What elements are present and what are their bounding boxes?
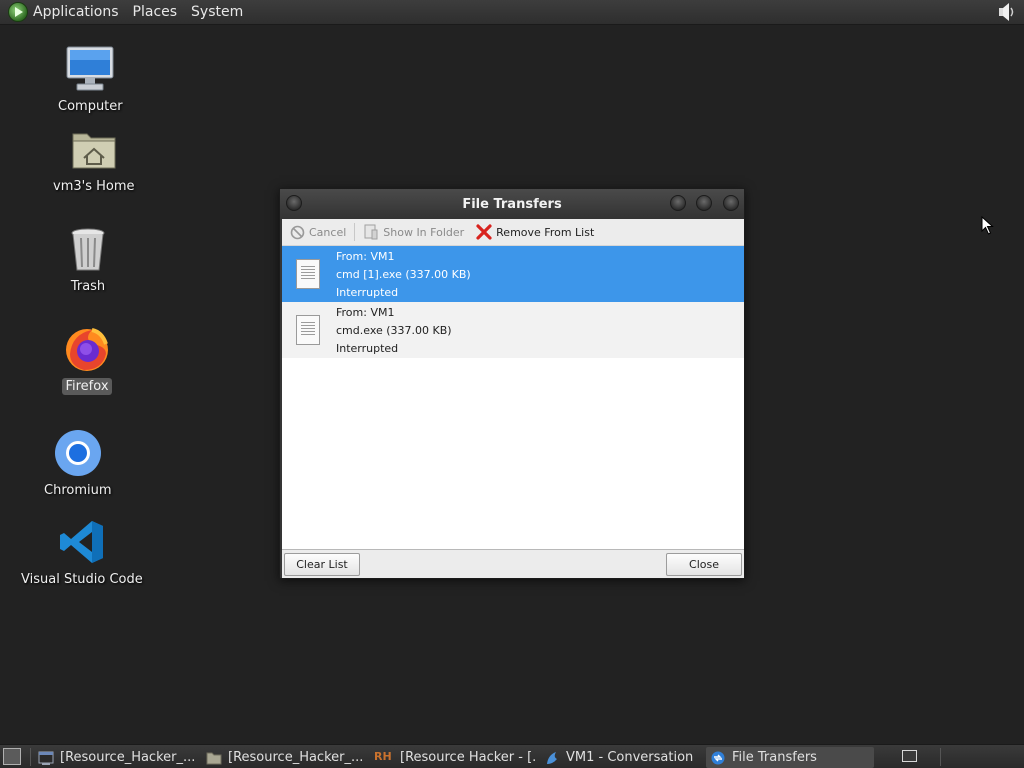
transfer-status: Interrupted bbox=[336, 342, 399, 355]
toolbar-separator bbox=[354, 223, 356, 241]
desktop-icon-label: Firefox bbox=[62, 378, 112, 395]
workspace-switcher[interactable] bbox=[902, 750, 917, 762]
computer-icon bbox=[65, 44, 115, 94]
document-icon bbox=[296, 259, 320, 289]
desktop-icon-trash[interactable]: Trash bbox=[63, 224, 113, 295]
taskbar-task[interactable]: [Resource_Hacker_... bbox=[202, 747, 366, 768]
speaker-icon[interactable] bbox=[994, 2, 1016, 22]
desktop-icon-computer[interactable]: Computer bbox=[55, 44, 126, 115]
desktop-icon-label: Trash bbox=[70, 279, 106, 294]
taskbar-task-label: File Transfers bbox=[732, 750, 817, 765]
desktop-icon-chromium[interactable]: Chromium bbox=[41, 428, 115, 499]
resource-hacker-icon: RH bbox=[374, 749, 392, 763]
trash-icon bbox=[63, 224, 113, 274]
remove-from-list-button[interactable]: Remove From List bbox=[472, 221, 598, 243]
dialog-footer: Clear List Close bbox=[282, 550, 744, 578]
window-menu-button[interactable] bbox=[286, 195, 302, 211]
file-transfers-dialog: File Transfers Cancel Show In Folder Rem… bbox=[279, 188, 745, 579]
transfer-status: Interrupted bbox=[336, 286, 399, 299]
bottom-taskbar: [Resource_Hacker_... [Resource_Hacker_..… bbox=[0, 744, 1024, 768]
dialog-titlebar[interactable]: File Transfers bbox=[280, 189, 744, 219]
transfer-list: From: VM1 cmd [1].exe (337.00 KB) Interr… bbox=[282, 245, 744, 550]
chromium-icon bbox=[53, 428, 103, 478]
show-in-folder-button[interactable]: Show In Folder bbox=[359, 221, 468, 243]
desktop-icon-label: Computer bbox=[58, 99, 123, 114]
taskbar-task-label: [Resource_Hacker_... bbox=[60, 750, 196, 765]
menu-places[interactable]: Places bbox=[133, 4, 178, 20]
cancel-icon bbox=[290, 225, 305, 239]
show-in-folder-label: Show In Folder bbox=[383, 225, 465, 239]
conversation-icon bbox=[547, 751, 557, 764]
show-desktop-icon[interactable] bbox=[3, 748, 21, 765]
taskbar-divider bbox=[940, 748, 941, 766]
close-button[interactable]: Close bbox=[666, 553, 742, 576]
close-window-button[interactable] bbox=[723, 195, 739, 211]
cancel-button[interactable]: Cancel bbox=[286, 221, 350, 243]
folder-icon bbox=[206, 752, 222, 764]
clear-list-button[interactable]: Clear List bbox=[284, 553, 360, 576]
taskbar-task[interactable]: VM1 - Conversation bbox=[540, 747, 702, 768]
desktop-icon-label: Chromium bbox=[44, 483, 112, 498]
transfer-row[interactable]: From: VM1 cmd [1].exe (337.00 KB) Interr… bbox=[282, 246, 744, 302]
desktop-icon-firefox[interactable]: Firefox bbox=[62, 324, 112, 395]
taskbar-task[interactable]: [Resource_Hacker_... bbox=[34, 747, 198, 768]
dialog-title: File Transfers bbox=[462, 196, 562, 212]
vscode-icon bbox=[57, 517, 107, 567]
cancel-label: Cancel bbox=[309, 225, 347, 239]
transfer-filename: cmd [1].exe (337.00 KB) bbox=[336, 268, 471, 281]
top-panel: Applications Places System bbox=[0, 0, 1024, 25]
taskbar-task[interactable]: RH [Resource Hacker - [... bbox=[370, 747, 536, 768]
maximize-button[interactable] bbox=[696, 195, 712, 211]
transfer-source: From: VM1 bbox=[336, 306, 395, 319]
taskbar-task-label: VM1 - Conversation bbox=[566, 750, 694, 765]
remove-x-icon bbox=[476, 224, 492, 240]
dialog-client-area: Cancel Show In Folder Remove From List F… bbox=[282, 219, 744, 578]
desktop-icon-label: vm3's Home bbox=[53, 179, 135, 194]
folder-open-icon bbox=[364, 224, 378, 240]
taskbar-task-label: [Resource_Hacker_... bbox=[228, 750, 364, 765]
desktop-icon-vscode[interactable]: Visual Studio Code bbox=[18, 517, 146, 588]
desktop-icon-label: Visual Studio Code bbox=[21, 572, 143, 587]
remove-from-list-label: Remove From List bbox=[496, 225, 595, 239]
taskbar-task-label: [Resource Hacker - [... bbox=[400, 750, 536, 765]
mouse-pointer-icon bbox=[981, 216, 994, 235]
file-transfer-icon bbox=[711, 751, 725, 764]
document-icon bbox=[296, 315, 320, 345]
terminal-icon bbox=[38, 751, 54, 765]
firefox-icon bbox=[62, 324, 112, 374]
menu-applications[interactable]: Applications bbox=[33, 4, 119, 20]
home-folder-icon bbox=[69, 124, 119, 174]
taskbar-divider bbox=[30, 748, 31, 766]
minimize-button[interactable] bbox=[670, 195, 686, 211]
transfer-row[interactable]: From: VM1 cmd.exe (337.00 KB) Interrupte… bbox=[282, 302, 744, 358]
transfer-filename: cmd.exe (337.00 KB) bbox=[336, 324, 452, 337]
desktop-icon-home[interactable]: vm3's Home bbox=[50, 124, 138, 195]
menu-system[interactable]: System bbox=[191, 4, 243, 20]
taskbar-task-active[interactable]: File Transfers bbox=[706, 747, 874, 768]
transfer-source: From: VM1 bbox=[336, 250, 395, 263]
app-menu-logo-icon[interactable] bbox=[8, 2, 28, 22]
transfer-toolbar: Cancel Show In Folder Remove From List bbox=[282, 219, 744, 245]
